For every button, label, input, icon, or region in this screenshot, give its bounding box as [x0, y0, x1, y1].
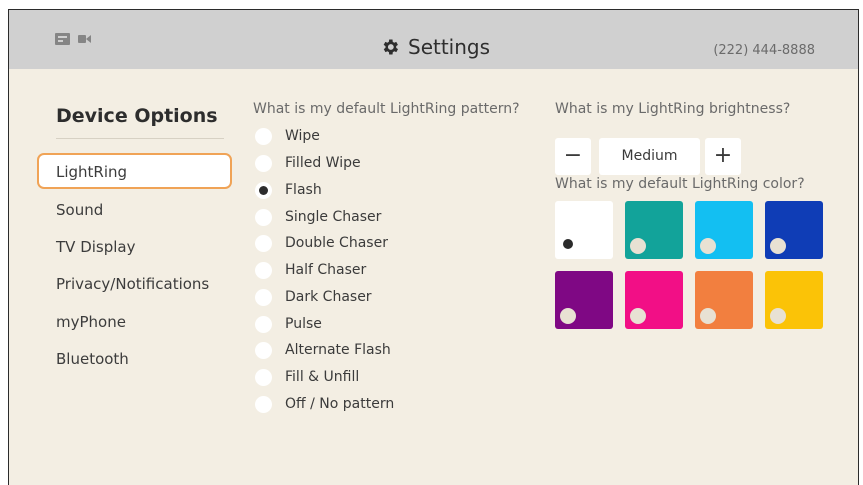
radio-button[interactable] — [255, 234, 272, 252]
pattern-option-label: Filled Wipe — [285, 155, 361, 171]
radio-button[interactable] — [255, 368, 272, 386]
sidebar-item-lightring[interactable]: LightRing — [37, 153, 232, 189]
pattern-option-half-chaser[interactable]: Half Chaser — [255, 258, 366, 282]
swatch-indicator — [560, 308, 576, 324]
swatch-indicator — [630, 308, 646, 324]
pattern-option-label: Half Chaser — [285, 262, 367, 278]
pattern-option-filled-wipe[interactable]: Filled Wipe — [255, 151, 361, 175]
sidebar-item-sound[interactable]: Sound — [37, 193, 232, 229]
router-icon — [55, 33, 70, 45]
pattern-option-label: Flash — [285, 182, 322, 198]
radio-button[interactable] — [255, 341, 272, 359]
pattern-option-pulse[interactable]: Pulse — [255, 312, 322, 336]
swatch-indicator — [700, 238, 716, 254]
pattern-option-label: Wipe — [285, 128, 320, 144]
radio-button[interactable] — [255, 127, 272, 145]
pattern-option-flash[interactable]: Flash — [255, 178, 322, 202]
pattern-option-single-chaser[interactable]: Single Chaser — [255, 205, 381, 229]
pattern-question: What is my default LightRing pattern? — [253, 101, 520, 117]
pattern-option-wipe[interactable]: Wipe — [255, 124, 320, 148]
sidebar-item-privacy-notifications[interactable]: Privacy/Notifications — [37, 267, 232, 303]
phone-number: (222) 444-8888 — [713, 43, 815, 58]
radio-button[interactable] — [255, 208, 272, 226]
color-swatch-yellow[interactable] — [765, 271, 823, 329]
pattern-option-label: Dark Chaser — [285, 289, 372, 305]
gear-icon — [383, 39, 398, 55]
pattern-option-fill-unfill[interactable]: Fill & Unfill — [255, 365, 359, 389]
color-swatch-teal[interactable] — [625, 201, 683, 259]
radio-button[interactable] — [255, 395, 272, 413]
swatch-indicator — [700, 308, 716, 324]
sidebar-item-bluetooth[interactable]: Bluetooth — [37, 342, 232, 378]
swatch-indicator — [770, 238, 786, 254]
swatch-indicator — [630, 238, 646, 254]
radio-button[interactable] — [255, 315, 272, 333]
pattern-option-label: Single Chaser — [285, 209, 382, 225]
selected-indicator — [563, 239, 573, 249]
pattern-option-label: Off / No pattern — [285, 396, 395, 412]
pattern-option-off[interactable]: Off / No pattern — [255, 392, 394, 416]
brightness-increase-button[interactable]: + — [705, 138, 741, 175]
pattern-option-double-chaser[interactable]: Double Chaser — [255, 231, 388, 255]
radio-button[interactable] — [255, 261, 272, 279]
color-swatch-orange[interactable] — [695, 271, 753, 329]
pattern-option-label: Double Chaser — [285, 235, 388, 251]
color-swatch-cyan[interactable] — [695, 201, 753, 259]
pattern-option-label: Pulse — [285, 316, 322, 332]
color-swatch-pink[interactable] — [625, 271, 683, 329]
page-title: Settings — [408, 35, 491, 59]
settings-screen: Settings (222) 444-8888 Device Options L… — [8, 9, 859, 485]
header-bar: Settings (222) 444-8888 — [9, 10, 858, 69]
color-swatch-blue[interactable] — [765, 201, 823, 259]
color-swatch-white[interactable] — [555, 201, 613, 259]
brightness-question: What is my LightRing brightness? — [555, 101, 791, 117]
sidebar-title: Device Options — [56, 105, 218, 127]
brightness-decrease-button[interactable]: − — [555, 138, 591, 175]
radio-button-selected[interactable] — [255, 181, 272, 199]
pattern-option-label: Fill & Unfill — [285, 369, 360, 385]
radio-button[interactable] — [255, 154, 272, 172]
page-title-group: Settings — [380, 35, 490, 59]
color-swatch-purple[interactable] — [555, 271, 613, 329]
sidebar-item-myphone[interactable]: myPhone — [37, 305, 232, 341]
brightness-value: Medium — [599, 138, 700, 175]
sidebar-item-tv-display[interactable]: TV Display — [37, 230, 232, 266]
color-question: What is my default LightRing color? — [555, 176, 805, 192]
pattern-option-alternate-flash[interactable]: Alternate Flash — [255, 338, 391, 362]
sidebar-divider — [56, 138, 224, 139]
header-status-icons — [55, 33, 91, 45]
swatch-indicator — [770, 308, 786, 324]
pattern-option-dark-chaser[interactable]: Dark Chaser — [255, 285, 372, 309]
radio-button[interactable] — [255, 288, 272, 306]
pattern-option-label: Alternate Flash — [285, 342, 391, 358]
camera-icon — [78, 35, 91, 43]
